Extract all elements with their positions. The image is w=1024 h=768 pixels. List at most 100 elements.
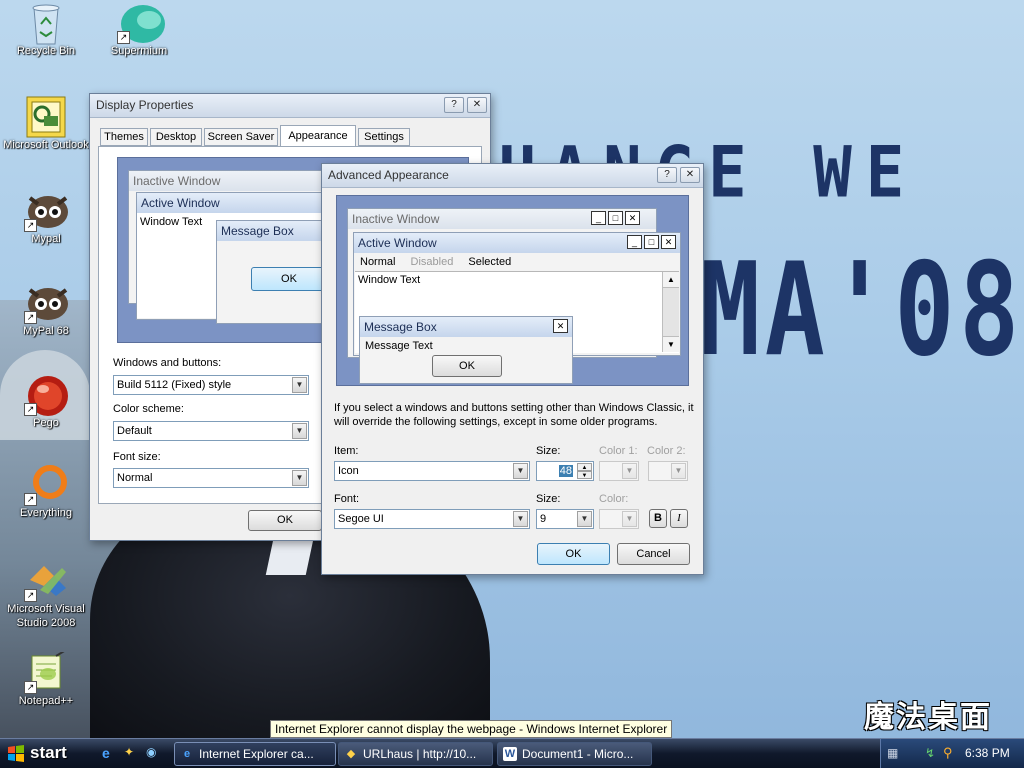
font-select[interactable]: Segoe UI ▼ (334, 509, 530, 529)
windows-and-buttons-select[interactable]: Build 5112 (Fixed) style ▼ (113, 375, 309, 395)
media-icon[interactable]: ✦ (124, 745, 134, 759)
task-word-document[interactable]: W Document1 - Micro... (497, 742, 652, 766)
internet-explorer-icon[interactable]: e (102, 745, 110, 761)
color1-picker[interactable]: ▼ (599, 461, 639, 481)
chevron-down-icon[interactable]: ▼ (292, 470, 307, 486)
item-size-spinner[interactable]: 48 ▲ ▼ (536, 461, 594, 481)
desktop-icon-pego[interactable]: ↗ Pego (0, 374, 94, 430)
ok-button[interactable]: OK (537, 543, 610, 565)
font-color-picker[interactable]: ▼ (599, 509, 639, 529)
bold-toggle[interactable]: B (649, 509, 667, 528)
clock[interactable]: 6:38 PM (965, 746, 1010, 760)
chevron-down-icon[interactable]: ▼ (292, 423, 307, 439)
chevron-down-icon[interactable]: ▼ (292, 377, 307, 393)
item-label: Item: (334, 445, 359, 457)
desktop-icon-label: Microsoft Visual Studio 2008 (7, 603, 85, 629)
desktop-icon-notepad-plus[interactable]: ↗ Notepad++ (0, 649, 94, 708)
shortcut-arrow-icon: ↗ (24, 219, 37, 232)
font-size-select[interactable]: 9 ▼ (536, 509, 594, 529)
preview-message-text: Message Text (365, 340, 433, 352)
tab-desktop[interactable]: Desktop (150, 128, 202, 146)
chevron-down-icon[interactable]: ▼ (577, 511, 592, 527)
desktop-icon-label: Microsoft Outlook (3, 139, 89, 151)
dialog-titlebar[interactable]: Advanced Appearance ? ✕ (322, 164, 703, 188)
visual-studio-icon: ↗ (24, 560, 66, 602)
font-label: Font: (334, 493, 360, 505)
minimize-icon: _ (627, 235, 642, 249)
network-icon[interactable]: ↯ (925, 746, 935, 760)
help-button[interactable]: ? (657, 167, 677, 183)
preview-window-text: Window Text (358, 274, 421, 286)
spin-down-icon[interactable]: ▼ (577, 471, 592, 479)
ok-button[interactable]: OK (248, 510, 322, 531)
font-size-label: Font size: (113, 451, 161, 463)
desktop-icon-visual-studio[interactable]: ↗ Microsoft Visual Studio 2008 (0, 560, 94, 630)
desktop-icon-supermium[interactable]: ↗ Supermium (91, 2, 187, 58)
preview-ok-button: OK (251, 267, 327, 291)
italic-toggle[interactable]: I (670, 509, 688, 528)
start-button[interactable]: start (0, 739, 88, 768)
advanced-appearance-dialog: Advanced Appearance ? ✕ Inactive Window … (321, 163, 704, 575)
desktop-icon-mypal-68[interactable]: ↗ MyPal 68 (0, 282, 94, 338)
color1-label: Color 1: (599, 445, 638, 457)
minimize-icon: _ (591, 211, 606, 225)
desktop-icon-everything[interactable]: ↗ Everything (0, 464, 94, 520)
font-size-select[interactable]: Normal ▼ (113, 468, 309, 488)
window-title: Display Properties (96, 98, 194, 112)
font-size-value: Normal (117, 472, 153, 484)
task-internet-explorer[interactable]: e Internet Explorer ca... (174, 742, 336, 766)
preview-inactive-title: Inactive Window (129, 171, 327, 191)
mypal-icon: ↗ (24, 190, 68, 232)
desktop-icon-recycle-bin[interactable]: Recycle Bin (0, 2, 94, 58)
item-value: Icon (338, 465, 359, 477)
item-select[interactable]: Icon ▼ (334, 461, 530, 481)
tab-settings[interactable]: Settings (358, 128, 410, 146)
preview-menu-bar: Normal Disabled Selected (354, 253, 680, 271)
taskbar-tooltip: Internet Explorer cannot display the web… (270, 720, 673, 738)
tab-themes[interactable]: Themes (100, 128, 148, 146)
start-label: start (30, 743, 67, 762)
spin-up-icon[interactable]: ▲ (577, 463, 592, 471)
shortcut-arrow-icon: ↗ (117, 31, 130, 44)
preview-message-box: Message Box OK (216, 220, 336, 324)
preview-menu-selected: Selected (468, 256, 512, 268)
color2-picker[interactable]: ▼ (648, 461, 688, 481)
desktop-icon-label: Pego (33, 417, 59, 429)
color-scheme-value: Default (117, 425, 152, 437)
wallpaper-collar (265, 535, 315, 575)
windows-and-buttons-value: Build 5112 (Fixed) style (117, 379, 232, 391)
desktop-icon[interactable]: ◉ (146, 745, 156, 759)
tab-appearance[interactable]: Appearance (280, 125, 356, 147)
color-scheme-select[interactable]: Default ▼ (113, 421, 309, 441)
keyboard-icon[interactable]: ▦ (887, 746, 898, 760)
help-button[interactable]: ? (444, 97, 464, 113)
chevron-down-icon[interactable]: ▼ (513, 511, 528, 527)
mypal-icon: ↗ (24, 282, 68, 324)
chevron-down-icon[interactable]: ▼ (513, 463, 528, 479)
window-titlebar[interactable]: Display Properties ? ✕ (90, 94, 490, 118)
close-button[interactable]: ✕ (680, 167, 700, 183)
scroll-up-icon: ▲ (663, 272, 679, 288)
close-icon: ✕ (661, 235, 676, 249)
cancel-button[interactable]: Cancel (617, 543, 690, 565)
shortcut-arrow-icon: ↗ (24, 493, 37, 506)
task-urlhaus[interactable]: ◆ URLhaus | http://10... (338, 742, 493, 766)
shortcut-arrow-icon: ↗ (24, 403, 37, 416)
tab-screen-saver[interactable]: Screen Saver (204, 128, 278, 146)
color2-label: Color 2: (647, 445, 686, 457)
search-icon[interactable]: ⚲ (943, 745, 953, 761)
word-icon: W (503, 747, 517, 761)
quick-launch: e ✦ ◉ (98, 745, 170, 763)
task-label: Document1 - Micro... (522, 747, 634, 761)
item-size-value: 48 (558, 465, 573, 477)
preview-menu-disabled: Disabled (410, 256, 454, 268)
close-icon: ✕ (553, 319, 568, 333)
windows-logo-icon (8, 745, 24, 762)
desktop-icon-outlook[interactable]: Microsoft Outlook (0, 96, 94, 152)
internet-explorer-icon: e (183, 748, 191, 760)
preview-active-title: Active Window (137, 193, 335, 213)
close-button[interactable]: ✕ (467, 97, 487, 113)
desktop-icon-label: Notepad++ (18, 695, 74, 707)
chevron-down-icon: ▼ (622, 511, 637, 527)
desktop-icon-mypal[interactable]: ↗ Mypal (0, 190, 94, 246)
